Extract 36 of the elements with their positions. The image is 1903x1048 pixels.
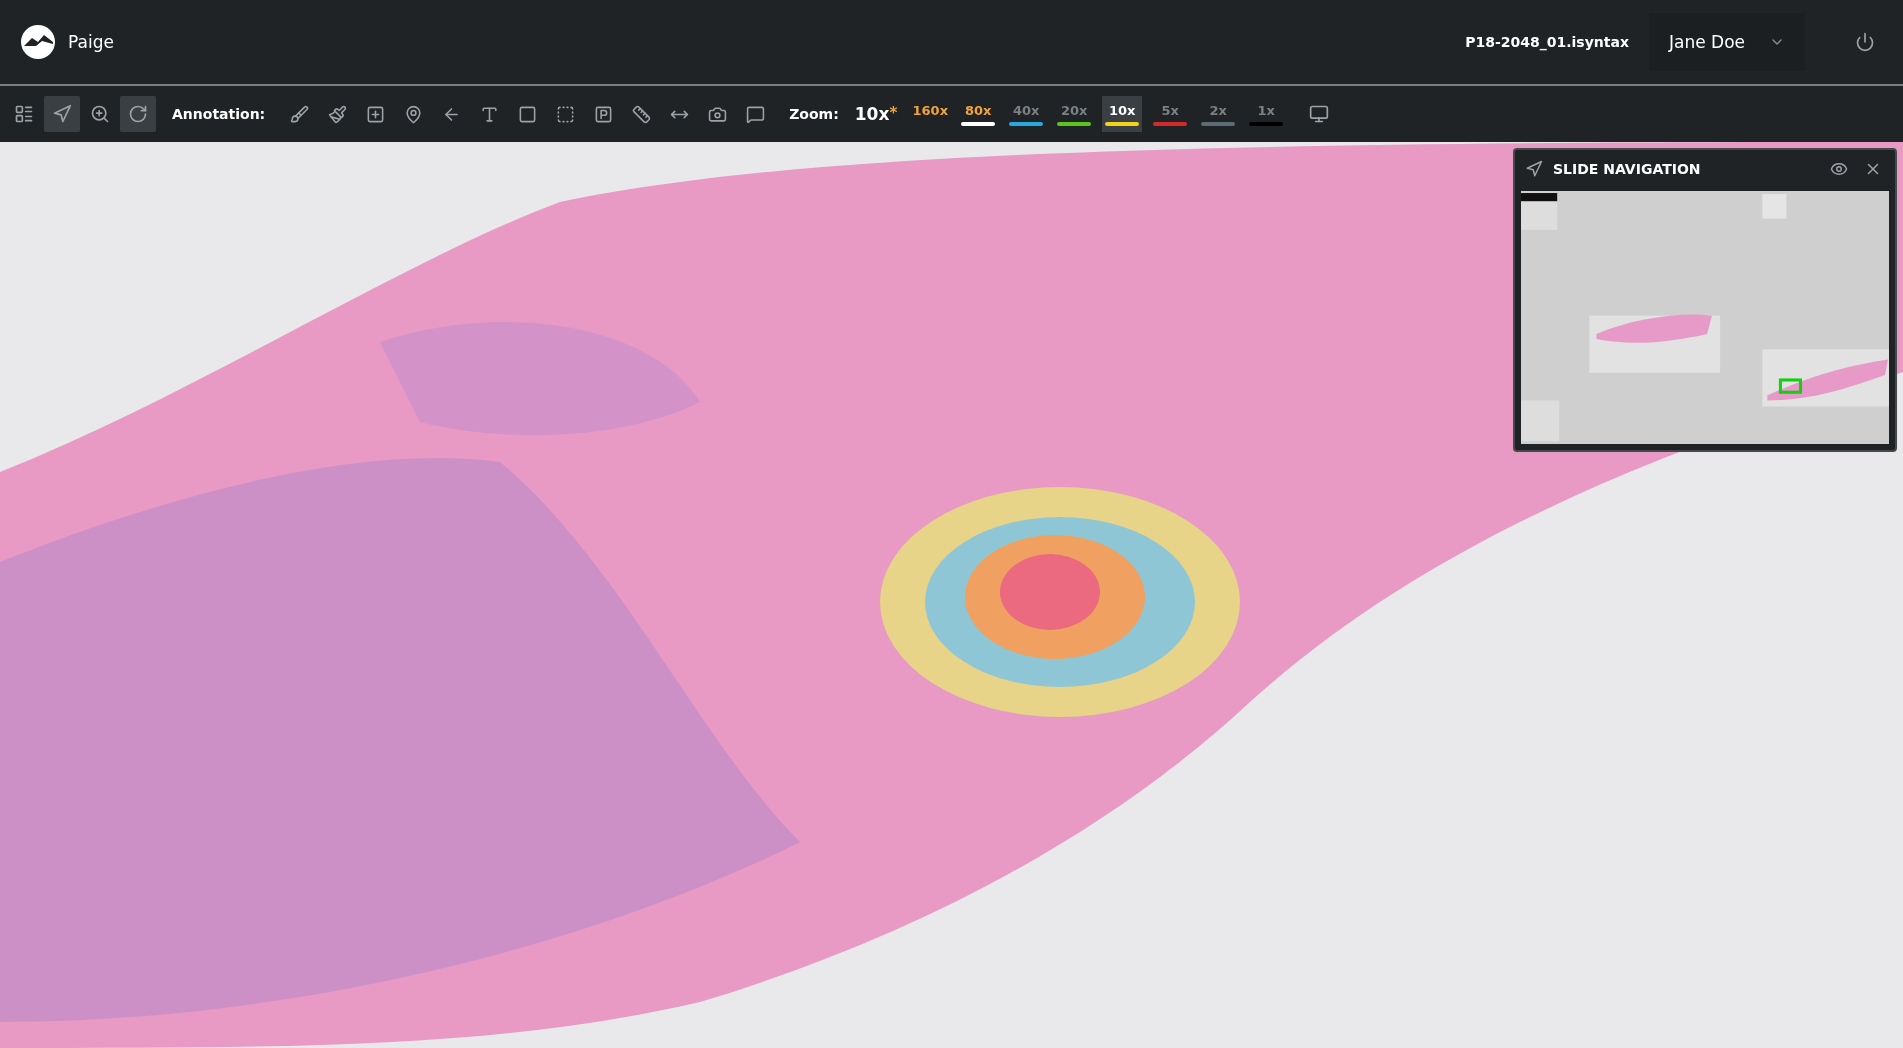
file-name: P18-2048_01.isyntax [1465,34,1629,50]
user-menu-button[interactable]: Jane Doe [1648,13,1805,71]
ruler-icon [631,104,651,124]
current-zoom: 10x* [854,104,898,124]
pin-icon [403,104,423,124]
zoom-level-button[interactable]: 40x [1006,96,1047,132]
brush-icon [289,104,309,124]
paintbrush-icon [327,104,347,124]
zoom-level-button[interactable]: 5x [1150,96,1191,132]
square-plus-icon [365,104,385,124]
zoom-level-button[interactable]: 160x [910,96,951,132]
zoom-in-icon [90,104,110,124]
rotate-button[interactable] [120,96,156,132]
navigate-icon [1525,160,1543,179]
logo-icon [20,24,56,60]
navigate-button[interactable] [44,96,80,132]
camera-icon [707,104,727,124]
zoom-level-button[interactable]: 2x [1198,96,1239,132]
brand-name: Paige [68,32,114,52]
layout-icon [14,104,34,124]
rotate-icon [128,104,148,124]
p-square-icon [593,104,613,124]
annotation-label: Annotation: [172,106,266,122]
panel-title: SLIDE NAVIGATION [1553,161,1702,178]
navigate-icon [52,104,72,124]
zoom-label: Zoom: [789,106,839,122]
power-icon [1855,32,1875,52]
zoom-level-button[interactable]: 10x [1102,96,1143,132]
zoom-level-button[interactable]: 20x [1054,96,1095,132]
polygon-icon [555,104,575,124]
monitor-icon [1309,104,1330,124]
text-icon [479,104,499,124]
comment-icon [745,104,765,124]
zoom-level-button[interactable]: 1x [1246,96,1287,132]
rectangle-icon [517,104,537,124]
zoom-level-button[interactable]: 80x [958,96,999,132]
